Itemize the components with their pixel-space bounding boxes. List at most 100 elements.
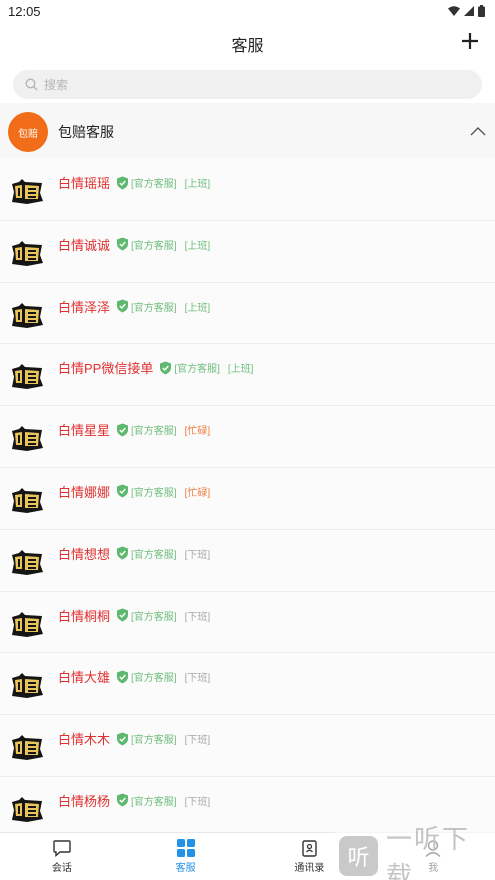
watermark-logo: 听: [339, 836, 378, 876]
wifi-icon: [448, 6, 460, 16]
status-tag: [上班]: [184, 302, 211, 314]
battery-icon: [478, 5, 485, 17]
verified-shield-icon: [117, 793, 129, 807]
app-header: 客服: [0, 22, 495, 66]
verified-shield-icon: [117, 670, 129, 684]
role-tag: [官方客服]: [131, 179, 177, 190]
verified-shield-icon: [117, 299, 129, 313]
contact-name: 白情星星: [58, 423, 111, 439]
contact-name: 白情泽泽: [58, 299, 111, 315]
contact-line: 白情泽泽 [官方客服] [上班]: [58, 297, 210, 316]
status-tag: [忙碌]: [184, 426, 211, 438]
status-tag: [上班]: [184, 179, 211, 190]
list-item[interactable]: 白情瑶瑶 [官方客服] [上班]: [0, 159, 495, 221]
list-item[interactable]: 白情大雄 [官方客服] [下班]: [0, 653, 495, 716]
verified-shield-icon: [117, 546, 129, 560]
list-item[interactable]: 白情PP微信接单 [官方客服] [上班]: [0, 344, 495, 407]
group-avatar: 包赔: [8, 112, 48, 152]
role-tag: [官方客服]: [174, 364, 220, 376]
contact-name: 白情杨杨: [58, 793, 111, 809]
status-tag: [上班]: [184, 240, 211, 252]
contact-line: 白情诚诚 [官方客服] [上班]: [58, 235, 210, 254]
role-tag: [官方客服]: [131, 673, 177, 685]
contact-avatar: [12, 673, 43, 699]
contact-line: 白情杨杨 [官方客服] [下班]: [58, 791, 210, 810]
verified-shield-icon: [117, 484, 129, 498]
search-input[interactable]: 搜索: [13, 70, 482, 99]
status-tag: [上班]: [227, 364, 254, 376]
contact-avatar: [12, 487, 43, 513]
contact-line: 白情瑶瑶 [官方客服] [上班]: [58, 173, 210, 192]
contact-line: 白情木木 [官方客服] [下班]: [58, 729, 210, 748]
chevron-up-icon[interactable]: [470, 126, 486, 136]
contact-name: 白情大雄: [58, 670, 111, 686]
search-icon: [25, 78, 38, 91]
contact-line: 白情桐桐 [官方客服] [下班]: [58, 606, 210, 625]
status-tag: [下班]: [184, 611, 211, 623]
role-tag: [官方客服]: [131, 611, 177, 623]
group-title: 包赔客服: [58, 124, 114, 140]
nav-label-contacts: 通讯录: [294, 862, 325, 874]
contact-avatar: [12, 240, 43, 266]
contact-line: 白情PP微信接单 [官方客服] [上班]: [58, 358, 253, 377]
contact-name: 白情木木: [58, 732, 111, 748]
signal-icon: [464, 6, 474, 16]
contact-line: 白情星星 [官方客服] [忙碌]: [58, 420, 210, 439]
contact-line: 白情想想 [官方客服] [下班]: [58, 544, 210, 563]
verified-shield-icon: [117, 732, 129, 746]
status-tag: [下班]: [184, 796, 211, 808]
verified-shield-icon: [160, 361, 172, 375]
watermark: 听 一听下载: [335, 824, 495, 880]
clock: 12:05: [8, 3, 41, 19]
status-icons: [448, 5, 485, 17]
verified-shield-icon: [117, 608, 129, 622]
role-tag: [官方客服]: [131, 549, 177, 561]
verified-shield-icon: [117, 176, 129, 189]
contact-avatar: [12, 426, 43, 452]
page-title: 客服: [231, 38, 264, 55]
contact-avatar: [12, 302, 43, 328]
search-placeholder: 搜索: [44, 78, 69, 92]
contact-avatar: [12, 549, 43, 575]
role-tag: [官方客服]: [131, 735, 177, 747]
status-tag: [忙碌]: [184, 487, 211, 499]
list-item[interactable]: 白情泽泽 [官方客服] [上班]: [0, 282, 495, 345]
role-tag: [官方客服]: [131, 302, 177, 314]
role-tag: [官方客服]: [131, 487, 177, 499]
nav-item-service[interactable]: 客服: [124, 833, 248, 880]
contact-name: 白情想想: [58, 546, 111, 562]
contact-line: 白情大雄 [官方客服] [下班]: [58, 667, 210, 686]
group-header-baopei[interactable]: 包赔 包赔客服: [0, 103, 495, 161]
verified-shield-icon: [117, 423, 129, 437]
list-item[interactable]: 白情诚诚 [官方客服] [上班]: [0, 220, 495, 283]
role-tag: [官方客服]: [131, 240, 177, 252]
role-tag: [官方客服]: [131, 426, 177, 438]
verified-shield-icon: [117, 237, 129, 251]
watermark-text: 一听下载: [385, 824, 470, 880]
list-item[interactable]: 白情桐桐 [官方客服] [下班]: [0, 591, 495, 654]
contact-name: 白情PP微信接单: [58, 361, 154, 377]
role-tag: [官方客服]: [131, 796, 177, 808]
contact-book-icon: [302, 839, 317, 857]
contact-avatar: [12, 611, 43, 637]
contact-line: 白情娜娜 [官方客服] [忙碌]: [58, 482, 210, 501]
contact-avatar: [12, 364, 43, 390]
contact-name: 白情桐桐: [58, 608, 111, 624]
status-tag: [下班]: [184, 549, 211, 561]
nav-item-chat[interactable]: 会话: [0, 833, 124, 880]
contact-name: 白情瑶瑶: [58, 176, 111, 191]
contact-list: 白情瑶瑶 [官方客服] [上班] 白情诚诚 [官方客服] [上班] 白情泽泽 [官方客服] [上…: [0, 159, 495, 839]
watermark-logo-glyph: 听: [347, 845, 370, 870]
list-item[interactable]: 白情木木 [官方客服] [下班]: [0, 715, 495, 777]
add-icon[interactable]: [461, 32, 479, 50]
contact-avatar: [12, 796, 43, 822]
status-bar: 12:05: [0, 0, 495, 22]
list-item[interactable]: 白情想想 [官方客服] [下班]: [0, 529, 495, 592]
list-item[interactable]: 白情娜娜 [官方客服] [忙碌]: [0, 467, 495, 530]
status-tag: [下班]: [184, 673, 211, 685]
nav-label-chat: 会话: [51, 862, 72, 874]
list-item[interactable]: 白情星星 [官方客服] [忙碌]: [0, 406, 495, 468]
grid-icon: [176, 839, 195, 857]
contact-avatar: [12, 179, 43, 204]
contact-avatar: [12, 735, 43, 761]
